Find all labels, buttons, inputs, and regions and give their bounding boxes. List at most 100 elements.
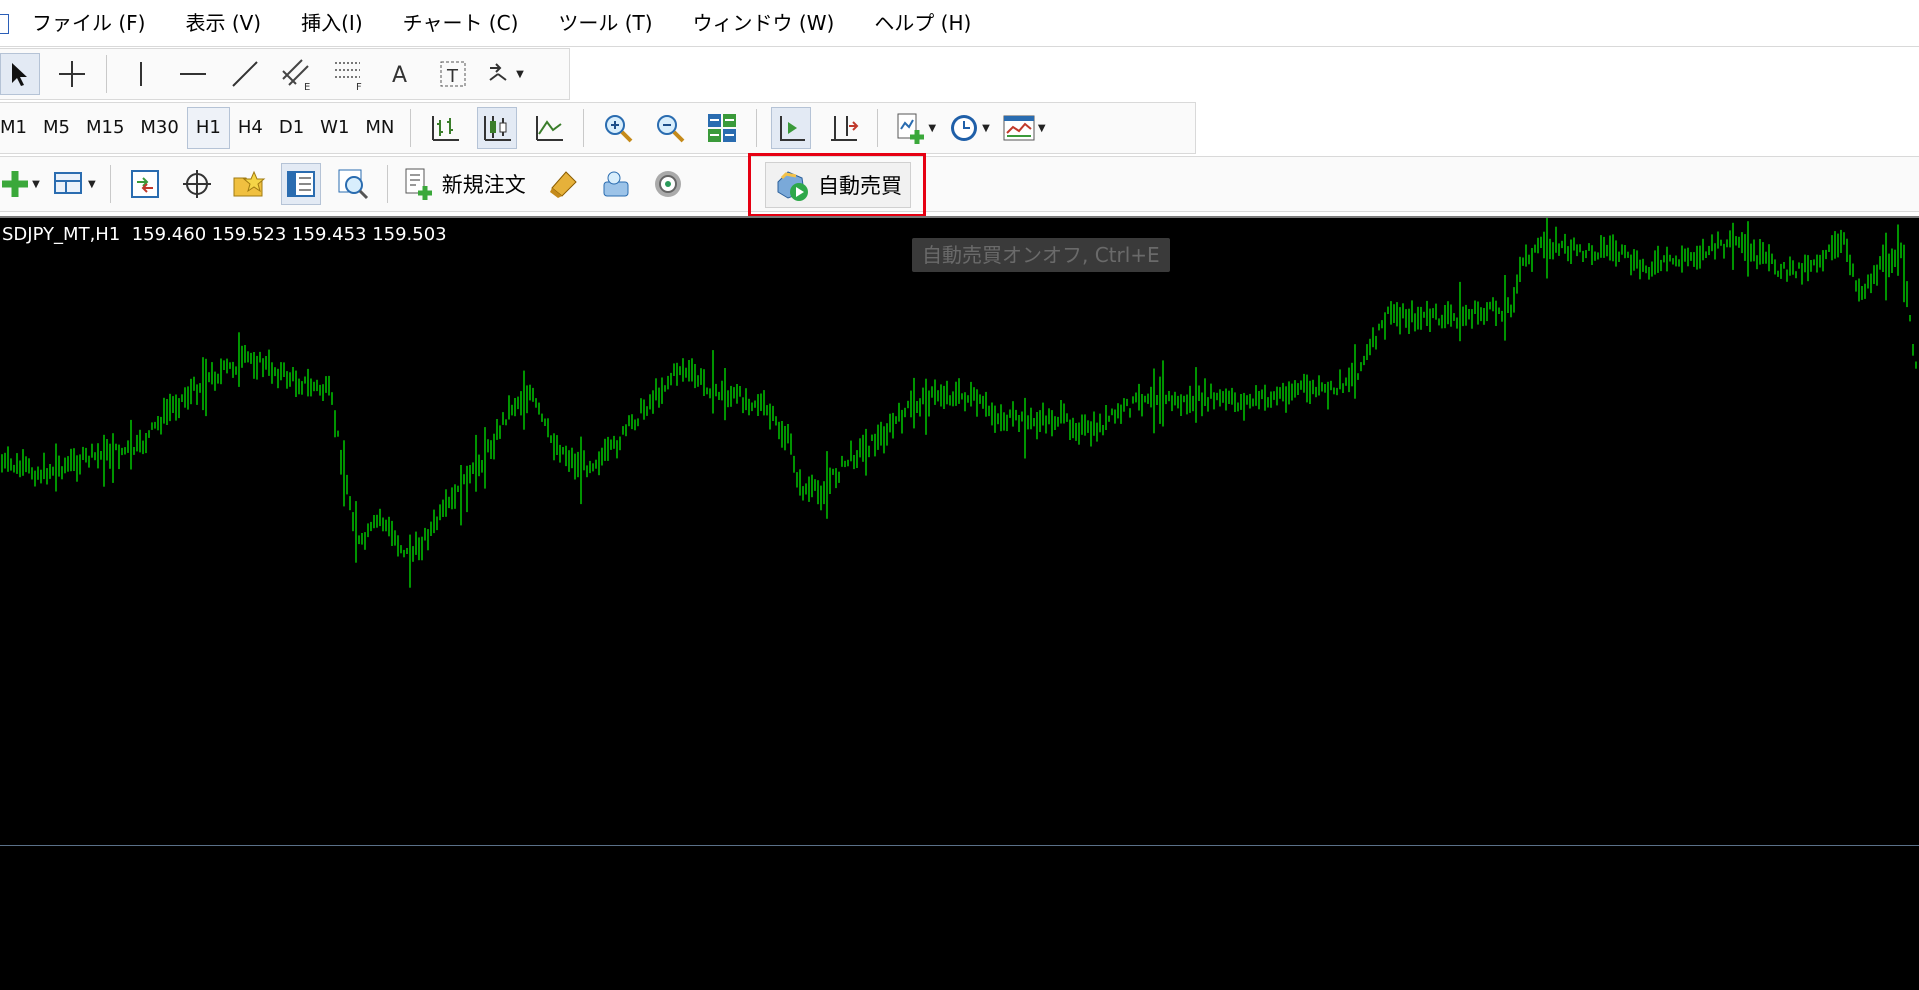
timeframe-h4[interactable]: H4: [230, 107, 271, 149]
standard-toolbar: ▼ ▼ 新規注文: [0, 156, 1919, 212]
menu-insert[interactable]: 挿入(I): [281, 0, 383, 46]
cursor-icon: [12, 63, 27, 86]
text-button[interactable]: A: [381, 53, 421, 95]
templates-icon: [1003, 115, 1035, 141]
line-chart-button[interactable]: [529, 107, 569, 149]
periods-toolbar: M1 M5 M15 M30 H1 H4 D1 W1 MN ▼ ▼ ▼: [0, 102, 1196, 154]
menu-charts[interactable]: チャート (C): [383, 0, 539, 46]
chevron-down-icon: ▼: [32, 178, 40, 190]
strategy-tester-icon: [338, 169, 368, 200]
timeframe-m5[interactable]: M5: [35, 107, 78, 149]
cursor-button[interactable]: [0, 53, 40, 95]
app-icon: [0, 8, 12, 38]
zoom-out-button[interactable]: [650, 107, 690, 149]
zoom-in-button[interactable]: [598, 107, 638, 149]
toolbar-separator: [410, 109, 412, 147]
trendline-button[interactable]: [225, 53, 265, 95]
indicators-icon: [897, 113, 925, 144]
vertical-line-icon: [140, 62, 142, 86]
toolbar-separator: [756, 109, 758, 147]
terminal-icon: [286, 171, 315, 197]
equidistant-channel-icon: E: [282, 59, 310, 91]
crosshair-target-icon: [182, 170, 211, 198]
periods-button[interactable]: ▼: [948, 107, 990, 149]
menu-tools[interactable]: ツール (T): [538, 0, 672, 46]
menu-file[interactable]: ファイル (F): [12, 0, 165, 46]
chart-bottom-separator: [0, 845, 1919, 846]
line-chart-icon: [536, 116, 564, 141]
signals-button[interactable]: [648, 163, 688, 205]
tile-windows-icon: [708, 114, 737, 142]
chevron-down-icon: ▼: [1037, 122, 1046, 134]
timeframe-w1[interactable]: W1: [312, 107, 357, 149]
price-bars: [1, 218, 1917, 588]
auto-trading-highlight: 自動売買: [748, 153, 926, 217]
new-order-button[interactable]: 新規注文: [402, 163, 532, 205]
chart-shift-button[interactable]: [823, 107, 863, 149]
bar-chart-icon: [432, 116, 460, 141]
terminal-button[interactable]: [280, 163, 321, 205]
new-order-icon: [405, 168, 432, 200]
options-button[interactable]: [596, 163, 636, 205]
auto-scroll-icon: [780, 116, 806, 141]
indicators-button[interactable]: ▼: [892, 107, 936, 149]
chart-shift-icon: [831, 116, 859, 141]
equidistant-channel-button[interactable]: E: [277, 53, 317, 95]
profiles-button[interactable]: ▼: [52, 163, 96, 205]
navigator-button[interactable]: [229, 163, 269, 205]
horizontal-line-button[interactable]: [173, 53, 213, 95]
bar-chart-button[interactable]: [425, 107, 465, 149]
vertical-line-button[interactable]: [121, 53, 161, 95]
timeframe-mn[interactable]: MN: [357, 107, 402, 149]
text-label-icon: T: [440, 61, 466, 87]
chevron-down-icon: ▼: [982, 122, 990, 134]
svg-text:F: F: [356, 82, 362, 91]
text-label-button[interactable]: T: [433, 53, 473, 95]
new-chart-icon: [2, 171, 29, 197]
menu-bar: ファイル (F) 表示 (V) 挿入(I) チャート (C) ツール (T) ウ…: [0, 0, 1919, 47]
profiles-icon: [54, 172, 82, 194]
timeframe-m15[interactable]: M15: [78, 107, 132, 149]
horizontal-line-icon: [180, 73, 206, 75]
toolbar-separator: [877, 109, 879, 147]
data-window-button[interactable]: [177, 163, 217, 205]
auto-trading-label: 自動売買: [818, 174, 902, 198]
metaeditor-button[interactable]: [544, 163, 584, 205]
candlestick-button[interactable]: [477, 107, 518, 149]
chevron-down-icon: ▼: [928, 122, 937, 134]
toolbar-separator: [109, 165, 111, 203]
auto-trading-button[interactable]: 自動売買: [765, 162, 911, 208]
trendline-icon: [232, 61, 258, 87]
menu-window[interactable]: ウィンドウ (W): [673, 0, 855, 46]
menu-help[interactable]: ヘルプ (H): [854, 0, 991, 46]
svg-text:E: E: [304, 82, 310, 91]
chart-symbol-info: SDJPY_MT,H1 159.460 159.523 159.453 159.…: [2, 224, 447, 245]
chevron-down-icon: ▼: [516, 68, 524, 80]
text-icon: A: [392, 63, 407, 87]
navigator-icon: [233, 170, 266, 197]
menu-view[interactable]: 表示 (V): [165, 0, 281, 46]
auto-scroll-button[interactable]: [771, 107, 812, 149]
timeframe-m30[interactable]: M30: [132, 107, 186, 149]
templates-button[interactable]: ▼: [1002, 107, 1046, 149]
candlestick-icon: [484, 116, 512, 141]
signals-icon: [654, 171, 681, 197]
toolbar-separator: [106, 55, 107, 93]
auto-trading-tooltip: 自動売買オンオフ, Ctrl+E: [912, 238, 1170, 272]
strategy-tester-button[interactable]: [333, 163, 373, 205]
fibonacci-button[interactable]: F: [329, 53, 369, 95]
new-chart-button[interactable]: ▼: [0, 163, 40, 205]
arrows-button[interactable]: ▼: [485, 53, 525, 95]
tile-windows-button[interactable]: [702, 107, 742, 149]
clock-icon: [951, 115, 978, 141]
timeframe-d1[interactable]: D1: [271, 107, 312, 149]
timeframe-h1[interactable]: H1: [186, 107, 230, 149]
crosshair-button[interactable]: [52, 53, 92, 95]
new-order-label: 新規注文: [441, 173, 526, 197]
market-watch-button[interactable]: [125, 163, 165, 205]
price-chart[interactable]: SDJPY_MT,H1 159.460 159.523 159.453 159.…: [0, 216, 1919, 990]
toolbar-separator: [583, 109, 585, 147]
timeframe-m1[interactable]: M1: [0, 107, 35, 149]
fibonacci-icon: F: [335, 62, 362, 91]
metaeditor-icon: [549, 171, 577, 198]
